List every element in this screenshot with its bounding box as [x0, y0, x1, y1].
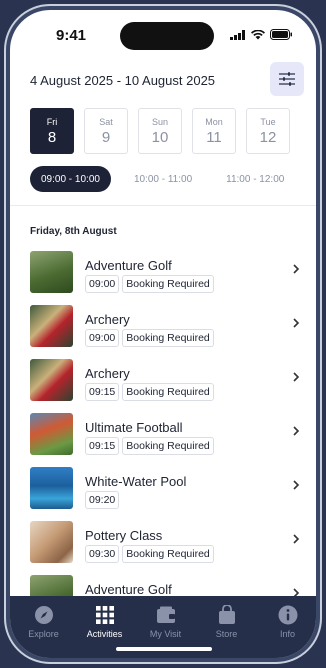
chevron-right-icon	[293, 264, 300, 274]
time-slot-chip[interactable]: 11:00 - 12:00	[215, 166, 295, 192]
tab-label: Store	[215, 629, 238, 639]
chevron-right-icon	[293, 426, 300, 436]
activity-thumbnail	[30, 305, 73, 347]
activity-time: 09:15	[85, 437, 120, 455]
bag-icon	[217, 605, 237, 625]
activity-title: Archery	[85, 312, 130, 327]
signal-icon	[230, 29, 245, 40]
tab-my-visit[interactable]: My Visit	[135, 596, 196, 639]
activity-thumbnail	[30, 359, 73, 401]
status-icons	[230, 29, 292, 40]
day-chip-sun[interactable]: Sun 10	[138, 108, 182, 154]
divider	[10, 205, 316, 206]
day-number: 10	[151, 128, 169, 146]
chevron-right-icon	[293, 534, 300, 544]
home-indicator	[116, 647, 212, 651]
activity-item[interactable]: Pottery Class 09:30 Booking Required	[30, 520, 300, 574]
time-slot-chip[interactable]: 10:00 - 11:00	[123, 166, 203, 192]
battery-icon	[270, 29, 292, 40]
activity-meta: 09:15 Booking Required	[85, 437, 214, 455]
filter-button[interactable]	[270, 62, 304, 96]
tab-info[interactable]: Info	[257, 596, 316, 639]
day-selector: Fri 8 Sat 9 Sun 10 Mon 11 Tue 12	[30, 108, 290, 154]
activity-list: Adventure Golf 09:00 Booking Required Ar…	[30, 250, 300, 628]
tab-label: My Visit	[149, 629, 182, 639]
tab-activities[interactable]: Activities	[74, 596, 135, 639]
sliders-icon	[279, 72, 295, 86]
booking-badge: Booking Required	[122, 275, 214, 293]
day-chip-mon[interactable]: Mon 11	[192, 108, 236, 154]
booking-badge: Booking Required	[122, 545, 214, 563]
activity-item[interactable]: Adventure Golf 09:00 Booking Required	[30, 250, 300, 304]
day-name: Mon	[205, 116, 223, 127]
tab-label: Activities	[86, 629, 123, 639]
activity-meta: 09:20	[85, 491, 120, 509]
activity-title: Adventure Golf	[85, 582, 172, 597]
activity-thumbnail	[30, 521, 73, 563]
status-bar: 9:41	[10, 10, 316, 64]
booking-badge: Booking Required	[122, 383, 214, 401]
activity-time: 09:20	[85, 491, 120, 509]
compass-icon	[34, 605, 54, 625]
day-name: Fri	[46, 116, 58, 127]
activity-thumbnail	[30, 251, 73, 293]
activity-item[interactable]: Ultimate Football 09:15 Booking Required	[30, 412, 300, 466]
dynamic-island	[120, 22, 214, 50]
status-time: 9:41	[56, 27, 87, 44]
chevron-right-icon	[293, 480, 300, 490]
tab-store[interactable]: Store	[196, 596, 257, 639]
activity-meta: 09:00 Booking Required	[85, 275, 214, 293]
activity-time: 09:00	[85, 275, 120, 293]
grid-icon	[95, 605, 115, 625]
phone-screen: 9:41 4 August 2025 - 10 August 2025 Fri …	[10, 10, 316, 658]
day-number: 11	[206, 128, 222, 146]
day-number: 8	[47, 128, 57, 146]
tab-label: Info	[279, 629, 295, 639]
activity-item[interactable]: Archery 09:15 Booking Required	[30, 358, 300, 412]
day-chip-sat[interactable]: Sat 9	[84, 108, 128, 154]
activity-title: White-Water Pool	[85, 474, 187, 489]
activity-meta: 09:30 Booking Required	[85, 545, 214, 563]
tab-label: Explore	[28, 629, 59, 639]
chevron-right-icon	[293, 318, 300, 328]
time-slot-chip[interactable]: 09:00 - 10:00	[30, 166, 111, 192]
activity-title: Ultimate Football	[85, 420, 183, 435]
time-slot-selector: 09:00 - 10:00 10:00 - 11:00 11:00 - 12:0…	[30, 166, 295, 192]
activity-time: 09:30	[85, 545, 120, 563]
day-number: 12	[259, 128, 277, 146]
day-name: Sun	[151, 116, 168, 127]
activity-item[interactable]: White-Water Pool 09:20	[30, 466, 300, 520]
chevron-right-icon	[293, 372, 300, 382]
activity-thumbnail	[30, 467, 73, 509]
activity-time: 09:15	[85, 383, 120, 401]
day-name: Sat	[99, 116, 113, 127]
info-icon	[278, 605, 298, 625]
activity-thumbnail	[30, 413, 73, 455]
day-chip-tue[interactable]: Tue 12	[246, 108, 290, 154]
activity-title: Pottery Class	[85, 528, 163, 543]
day-number: 9	[101, 128, 111, 146]
activity-title: Adventure Golf	[85, 258, 172, 273]
tab-explore[interactable]: Explore	[13, 596, 74, 639]
date-range: 4 August 2025 - 10 August 2025	[30, 73, 216, 88]
booking-badge: Booking Required	[122, 437, 214, 455]
day-name: Tue	[260, 116, 276, 127]
activity-meta: 09:00 Booking Required	[85, 329, 214, 347]
activity-item[interactable]: Archery 09:00 Booking Required	[30, 304, 300, 358]
day-chip-fri[interactable]: Fri 8	[30, 108, 74, 154]
booking-badge: Booking Required	[122, 329, 214, 347]
wifi-icon	[251, 29, 265, 39]
section-title: Friday, 8th August	[30, 226, 117, 237]
activity-time: 09:00	[85, 329, 120, 347]
wallet-icon	[156, 605, 176, 625]
activity-meta: 09:15 Booking Required	[85, 383, 214, 401]
activity-title: Archery	[85, 366, 130, 381]
